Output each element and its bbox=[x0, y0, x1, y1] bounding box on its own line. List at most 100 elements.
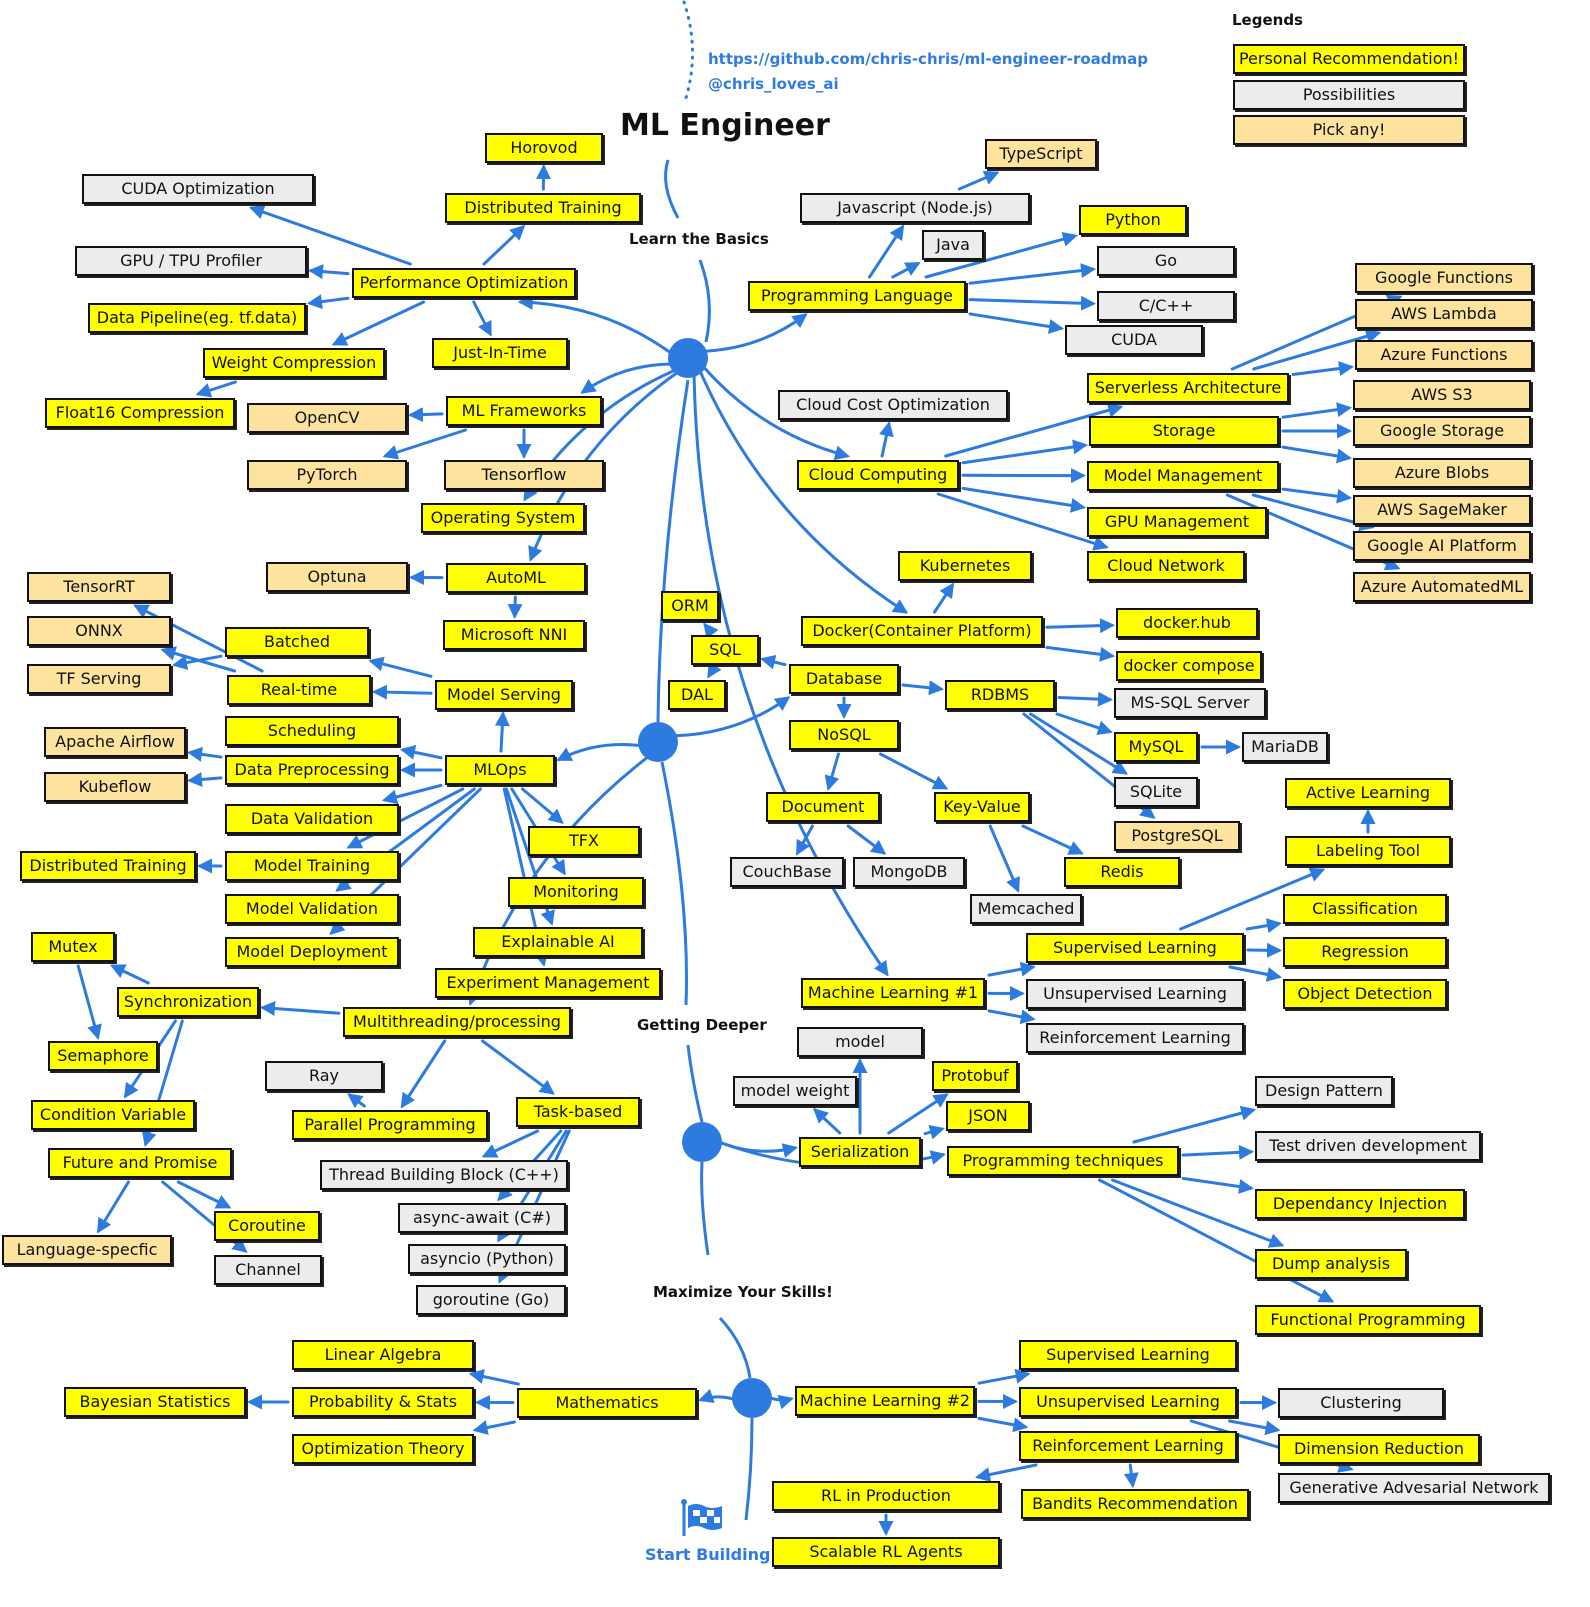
node-scalable-rl[interactable]: Scalable RL Agents bbox=[772, 1537, 1000, 1567]
node-cloud-cost[interactable]: Cloud Cost Optimization bbox=[778, 390, 1008, 420]
node-tensorflow[interactable]: Tensorflow bbox=[444, 460, 604, 490]
node-bandits[interactable]: Bandits Recommendation bbox=[1021, 1489, 1249, 1519]
node-synchronization[interactable]: Synchronization bbox=[117, 987, 259, 1017]
node-model[interactable]: model bbox=[797, 1027, 923, 1057]
node-supervised-2[interactable]: Supervised Learning bbox=[1019, 1340, 1237, 1370]
node-mlops[interactable]: MLOps bbox=[445, 755, 555, 785]
node-prog-techniques[interactable]: Programming techniques bbox=[947, 1146, 1179, 1176]
node-horovod[interactable]: Horovod bbox=[485, 133, 603, 163]
node-opencv[interactable]: OpenCV bbox=[247, 403, 407, 433]
node-distributed-training-2[interactable]: Distributed Training bbox=[20, 851, 196, 881]
node-perf-opt[interactable]: Performance Optimization bbox=[352, 268, 576, 298]
node-batched[interactable]: Batched bbox=[225, 627, 369, 657]
node-dockerhub[interactable]: docker.hub bbox=[1116, 608, 1258, 638]
node-clustering[interactable]: Clustering bbox=[1278, 1388, 1444, 1418]
node-cuda-opt[interactable]: CUDA Optimization bbox=[82, 174, 314, 204]
node-google-functions[interactable]: Google Functions bbox=[1355, 263, 1533, 293]
node-java[interactable]: Java bbox=[922, 230, 984, 260]
node-cuda[interactable]: CUDA bbox=[1065, 325, 1203, 355]
node-google-ai[interactable]: Google AI Platform bbox=[1353, 531, 1531, 561]
node-asyncio[interactable]: asyncio (Python) bbox=[408, 1244, 566, 1274]
node-tdd[interactable]: Test driven development bbox=[1255, 1131, 1481, 1161]
node-aws-lambda[interactable]: AWS Lambda bbox=[1355, 299, 1533, 329]
node-mathematics[interactable]: Mathematics bbox=[517, 1388, 697, 1418]
node-azure-functions[interactable]: Azure Functions bbox=[1355, 340, 1533, 370]
node-supervised-1[interactable]: Supervised Learning bbox=[1026, 933, 1244, 963]
node-object-detection[interactable]: Object Detection bbox=[1283, 979, 1447, 1009]
node-model-serving[interactable]: Model Serving bbox=[435, 680, 573, 710]
node-model-validation[interactable]: Model Validation bbox=[225, 894, 399, 924]
node-goroutine[interactable]: goroutine (Go) bbox=[416, 1285, 566, 1315]
node-design-pattern[interactable]: Design Pattern bbox=[1255, 1076, 1393, 1106]
node-typescript[interactable]: TypeScript bbox=[985, 139, 1097, 169]
node-classification[interactable]: Classification bbox=[1283, 894, 1447, 924]
node-labeling-tool[interactable]: Labeling Tool bbox=[1285, 836, 1451, 866]
node-orm[interactable]: ORM bbox=[661, 591, 719, 621]
node-mariadb[interactable]: MariaDB bbox=[1242, 732, 1328, 762]
node-tfx[interactable]: TFX bbox=[528, 826, 640, 856]
node-nosql[interactable]: NoSQL bbox=[789, 720, 899, 750]
node-channel[interactable]: Channel bbox=[214, 1255, 322, 1285]
node-jit[interactable]: Just-In-Time bbox=[432, 338, 568, 368]
node-scheduling[interactable]: Scheduling bbox=[225, 716, 399, 746]
node-cpp[interactable]: C/C++ bbox=[1097, 291, 1235, 321]
node-model-weight[interactable]: model weight bbox=[733, 1076, 857, 1106]
node-mysql[interactable]: MySQL bbox=[1114, 732, 1198, 762]
node-distributed-training-1[interactable]: Distributed Training bbox=[445, 193, 641, 223]
node-docker-compose[interactable]: docker compose bbox=[1116, 651, 1262, 681]
node-model-training[interactable]: Model Training bbox=[225, 851, 399, 881]
node-gan[interactable]: Generative Advesarial Network bbox=[1278, 1473, 1550, 1503]
node-memcached[interactable]: Memcached bbox=[970, 894, 1082, 924]
node-float16[interactable]: Float16 Compression bbox=[45, 398, 235, 428]
node-parallel-prog[interactable]: Parallel Programming bbox=[292, 1110, 488, 1140]
node-pytorch[interactable]: PyTorch bbox=[247, 460, 407, 490]
node-storage[interactable]: Storage bbox=[1089, 416, 1279, 446]
node-unsupervised-2[interactable]: Unsupervised Learning bbox=[1019, 1387, 1237, 1417]
node-async-await[interactable]: async-await (C#) bbox=[398, 1203, 566, 1233]
node-gpu-mgmt[interactable]: GPU Management bbox=[1087, 507, 1267, 537]
node-ml2[interactable]: Machine Learning #2 bbox=[795, 1386, 975, 1416]
node-tbb[interactable]: Thread Building Block (C++) bbox=[320, 1160, 568, 1190]
node-ray[interactable]: Ray bbox=[265, 1061, 383, 1091]
node-ml1[interactable]: Machine Learning #1 bbox=[801, 978, 985, 1008]
node-gpu-profiler[interactable]: GPU / TPU Profiler bbox=[75, 246, 307, 276]
node-automl[interactable]: AutoML bbox=[446, 563, 586, 593]
node-docker[interactable]: Docker(Container Platform) bbox=[801, 616, 1043, 646]
node-condition-variable[interactable]: Condition Variable bbox=[31, 1100, 195, 1130]
node-cloud-network[interactable]: Cloud Network bbox=[1087, 551, 1245, 581]
node-redis[interactable]: Redis bbox=[1064, 857, 1180, 887]
node-semaphore[interactable]: Semaphore bbox=[48, 1041, 158, 1071]
node-optimization-theory[interactable]: Optimization Theory bbox=[292, 1434, 474, 1464]
node-mongodb[interactable]: MongoDB bbox=[853, 857, 965, 887]
node-python[interactable]: Python bbox=[1079, 205, 1187, 235]
node-mssql[interactable]: MS-SQL Server bbox=[1114, 688, 1266, 718]
node-sql[interactable]: SQL bbox=[691, 635, 759, 665]
node-realtime[interactable]: Real-time bbox=[227, 675, 371, 705]
node-couchbase[interactable]: CouchBase bbox=[730, 857, 844, 887]
node-dump-analysis[interactable]: Dump analysis bbox=[1255, 1249, 1407, 1279]
node-model-deployment[interactable]: Model Deployment bbox=[225, 937, 399, 967]
node-prob-stats[interactable]: Probability & Stats bbox=[292, 1387, 474, 1417]
node-sqlite[interactable]: SQLite bbox=[1114, 777, 1198, 807]
node-weight-comp[interactable]: Weight Compression bbox=[203, 348, 385, 378]
node-active-learning[interactable]: Active Learning bbox=[1285, 778, 1451, 808]
node-future-promise[interactable]: Future and Promise bbox=[48, 1148, 232, 1178]
node-nni[interactable]: Microsoft NNI bbox=[443, 620, 585, 650]
node-data-prep[interactable]: Data Preprocessing bbox=[225, 755, 399, 785]
node-reinforcement-2[interactable]: Reinforcement Learning bbox=[1019, 1431, 1237, 1461]
node-functional-prog[interactable]: Functional Programming bbox=[1255, 1305, 1481, 1335]
node-azure-blobs[interactable]: Azure Blobs bbox=[1353, 458, 1531, 488]
node-rdbms[interactable]: RDBMS bbox=[945, 680, 1055, 710]
node-google-storage[interactable]: Google Storage bbox=[1353, 416, 1531, 446]
node-javascript[interactable]: Javascript (Node.js) bbox=[800, 193, 1030, 223]
author-handle[interactable]: @chris_loves_ai bbox=[708, 75, 839, 93]
node-explainable-ai[interactable]: Explainable AI bbox=[473, 927, 643, 957]
node-serverless[interactable]: Serverless Architecture bbox=[1087, 373, 1289, 403]
node-protobuf[interactable]: Protobuf bbox=[932, 1061, 1018, 1091]
node-regression[interactable]: Regression bbox=[1283, 937, 1447, 967]
node-optuna[interactable]: Optuna bbox=[266, 562, 408, 592]
node-postgresql[interactable]: PostgreSQL bbox=[1114, 821, 1240, 851]
node-kubeflow[interactable]: Kubeflow bbox=[44, 772, 186, 802]
node-data-pipeline[interactable]: Data Pipeline(eg. tf.data) bbox=[88, 303, 306, 333]
node-go[interactable]: Go bbox=[1097, 246, 1235, 276]
